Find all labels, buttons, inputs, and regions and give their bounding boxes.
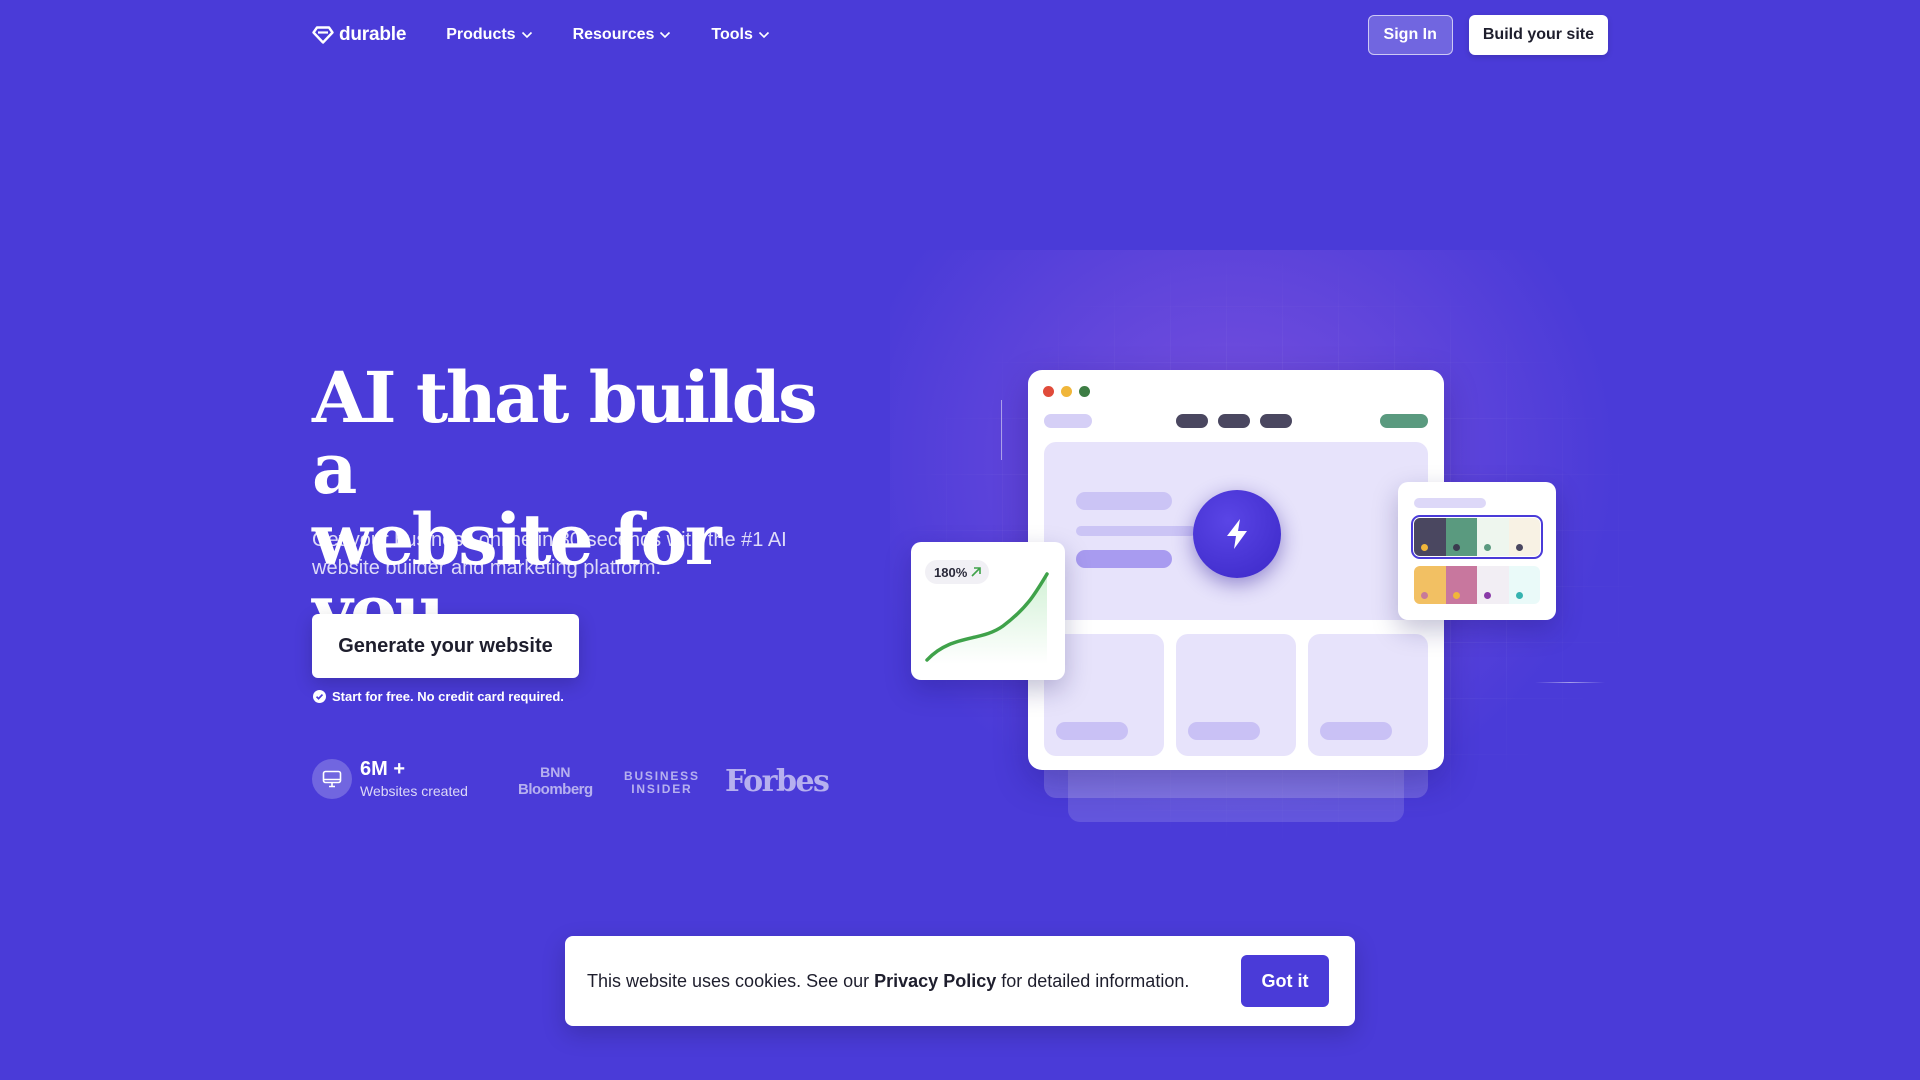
palette-option-selected: [1411, 515, 1543, 559]
durable-logo[interactable]: durable: [312, 24, 406, 46]
palette-option: [1414, 566, 1540, 604]
nav-tools[interactable]: Tools: [711, 26, 769, 44]
palette-title-bar: [1414, 498, 1486, 508]
stats-label: Websites created: [360, 783, 468, 799]
logo-text: durable: [339, 24, 407, 45]
mock-logo-pill: [1044, 414, 1092, 428]
color-swatch: [1477, 566, 1509, 604]
cta-note: Start for free. No credit card required.: [313, 689, 564, 704]
mock-heading-bar: [1076, 492, 1172, 510]
mock-card-bar: [1056, 722, 1128, 740]
nav-products-label: Products: [446, 26, 516, 43]
cookie-banner: This website uses cookies. See our Priva…: [565, 936, 1355, 1026]
sign-in-button[interactable]: Sign In: [1367, 15, 1453, 55]
mock-feature-card: [1308, 634, 1428, 756]
growth-card: 180%: [911, 542, 1065, 680]
hero-title: AI that builds a website for you.: [312, 362, 872, 646]
stats-number: 6M +: [360, 758, 406, 780]
window-minimize-dot: [1061, 386, 1072, 397]
logo-mark-icon: [312, 26, 334, 44]
color-swatch: [1445, 566, 1477, 604]
color-swatch: [1508, 518, 1540, 556]
nav-resources-label: Resources: [572, 26, 655, 43]
hero-subtitle: Get your business online in 30 seconds w…: [312, 529, 787, 579]
build-your-site-button[interactable]: Build your site: [1468, 15, 1608, 55]
bnn-logo-line2: Bloomberg: [518, 781, 593, 798]
privacy-policy-link[interactable]: Privacy Policy: [874, 971, 996, 991]
generate-website-button[interactable]: Generate your website: [312, 614, 579, 678]
chevron-down-icon: [521, 31, 532, 39]
mock-nav-pill: [1176, 414, 1208, 428]
growth-curve: [925, 572, 1049, 664]
mock-nav-pill: [1218, 414, 1250, 428]
stats-icon-circle: [312, 758, 352, 799]
mock-card-bar: [1188, 722, 1260, 740]
websites-created-stat: 6M + Websites created: [312, 758, 468, 799]
mock-feature-card: [1176, 634, 1296, 756]
color-swatch: [1508, 566, 1540, 604]
cta-note-text: Start for free. No credit card required.: [332, 689, 564, 704]
hero-title-line1: AI that builds a: [312, 356, 818, 510]
cookie-text-after: for detailed information.: [996, 970, 1190, 991]
bnn-bloomberg-logo: BNN Bloomberg: [518, 764, 593, 798]
monitor-icon: [322, 770, 342, 787]
color-swatch: [1445, 518, 1477, 556]
stats-text: 6M + Websites created: [360, 758, 468, 799]
color-swatch: [1414, 566, 1446, 604]
window-maximize-dot: [1079, 386, 1090, 397]
mock-button-bar: [1076, 550, 1172, 568]
check-circle-icon: [313, 690, 326, 703]
chevron-down-icon: [758, 31, 769, 39]
cookie-accept-button[interactable]: Got it: [1241, 955, 1329, 1007]
color-palette-card: [1398, 482, 1556, 620]
bi-logo-line2: INSIDER: [631, 782, 693, 796]
decorative-line: [1535, 682, 1605, 683]
cookie-text-before: This website uses cookies. See our: [587, 970, 875, 991]
mock-text-bar: [1076, 526, 1196, 536]
nav-actions: Sign In Build your site: [1367, 15, 1608, 55]
lightning-badge: [1193, 490, 1281, 578]
color-swatch: [1477, 518, 1509, 556]
nav-products[interactable]: Products: [446, 26, 532, 44]
business-insider-logo: BUSINESS INSIDER: [624, 770, 700, 796]
mock-nav-pill: [1260, 414, 1292, 428]
nav-tools-label: Tools: [711, 26, 753, 43]
forbes-logo: Forbes: [725, 764, 830, 799]
color-swatch: [1414, 518, 1446, 556]
decorative-line: [1001, 400, 1002, 460]
mock-card-bar: [1320, 722, 1392, 740]
top-navigation: durable Products Resources Tools Sign In…: [312, 15, 1608, 55]
mock-cta-pill: [1380, 414, 1428, 428]
chevron-down-icon: [660, 31, 671, 39]
window-close-dot: [1043, 386, 1054, 397]
bnn-logo-line1: BNN: [540, 764, 571, 780]
lightning-bolt-icon: [1227, 519, 1247, 549]
nav-resources[interactable]: Resources: [573, 26, 672, 44]
cookie-text: This website uses cookies. See our Priva…: [587, 971, 1189, 992]
